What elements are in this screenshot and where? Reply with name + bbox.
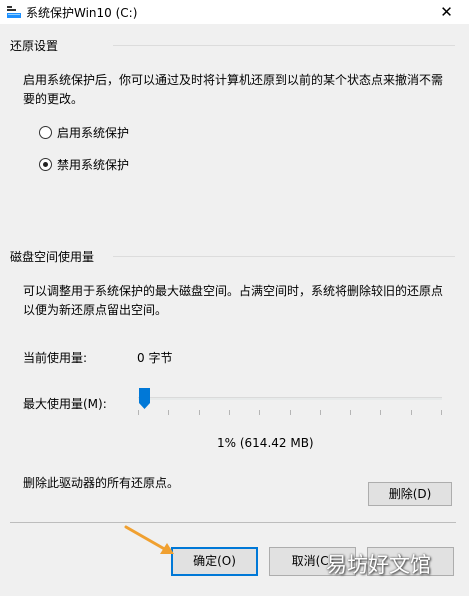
max-usage-slider[interactable]: [134, 388, 446, 418]
slider-tick: [380, 410, 381, 415]
max-usage-label: 最大使用量(M):: [23, 397, 107, 411]
slider-tick: [441, 410, 442, 415]
annotation-arrow-icon: [124, 525, 174, 554]
system-protection-icon: [7, 6, 21, 18]
restore-description-line2: 要的更改。: [23, 92, 84, 106]
window-title: 系统保护Win10 (C:): [26, 6, 138, 20]
radio-dot: [43, 162, 48, 167]
close-button[interactable]: ✕: [424, 0, 469, 24]
disk-usage-divider: [113, 256, 455, 257]
disable-protection-label: 禁用系统保护: [57, 158, 130, 172]
dialog-content: 还原设置 启用系统保护后，你可以通过及时将计算机还原到以前的某个状态点来撤消不需…: [0, 24, 469, 596]
footer-separator: [10, 522, 456, 523]
current-usage-value: 0 字节: [137, 351, 173, 365]
disk-description-line2: 以便为新还原点留出空间。: [23, 303, 168, 317]
radio-circle-unselected[interactable]: [39, 126, 52, 139]
restore-description-line1: 启用系统保护后，你可以通过及时将计算机还原到以前的某个状态点来撤消不需: [23, 73, 444, 87]
slider-tick: [411, 410, 412, 415]
ok-button[interactable]: 确定(O): [171, 547, 258, 576]
slider-tick: [259, 410, 260, 415]
restore-settings-divider: [113, 45, 455, 46]
slider-thumb[interactable]: [139, 388, 150, 409]
slider-tick: [350, 410, 351, 415]
current-usage-label: 当前使用量:: [23, 351, 88, 365]
close-icon: ✕: [440, 3, 453, 21]
slider-tick: [199, 410, 200, 415]
disk-description-line1: 可以调整用于系统保护的最大磁盘空间。占满空间时，系统将删除较旧的还原点: [23, 284, 444, 298]
slider-tick: [229, 410, 230, 415]
watermark-text: 易坊好文馆: [326, 553, 431, 577]
slider-tick: [138, 410, 139, 415]
delete-description: 删除此驱动器的所有还原点。: [23, 476, 180, 490]
disk-usage-header: 磁盘空间使用量: [10, 250, 95, 264]
title-bar: 系统保护Win10 (C:) ✕: [0, 0, 469, 24]
slider-tick: [290, 410, 291, 415]
restore-settings-header: 还原设置: [10, 39, 59, 53]
slider-track: [138, 397, 442, 400]
radio-circle-selected[interactable]: [39, 158, 52, 171]
enable-protection-label: 启用系统保护: [57, 126, 130, 140]
slider-tick: [168, 410, 169, 415]
slider-readout: 1% (614.42 MB): [217, 436, 314, 450]
delete-button[interactable]: 删除(D): [368, 482, 452, 506]
slider-tick: [320, 410, 321, 415]
